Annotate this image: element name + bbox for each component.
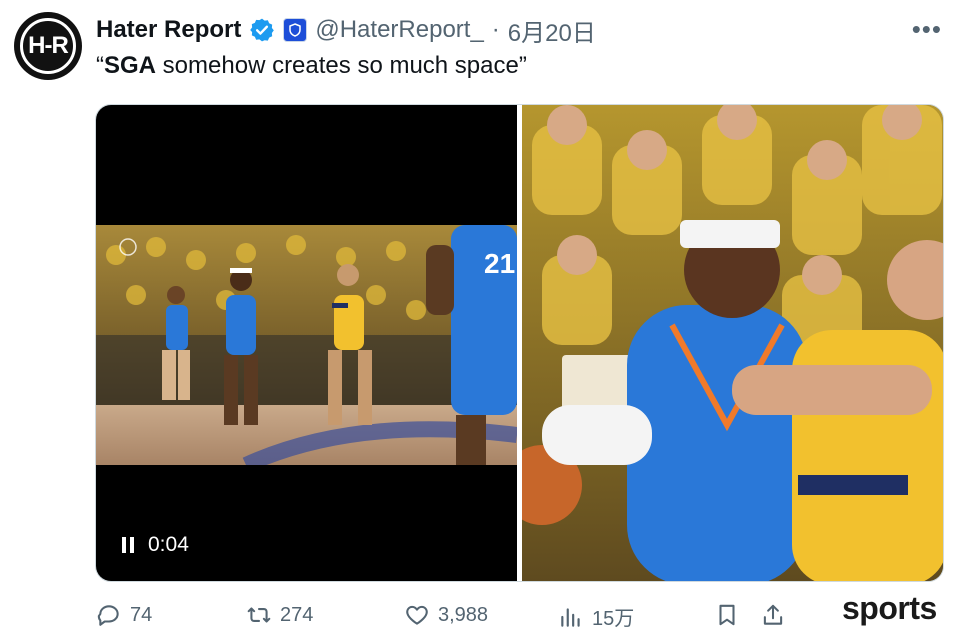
reply-button[interactable]: 74 (96, 602, 152, 628)
affiliation-badge-icon[interactable] (283, 18, 308, 42)
view-count: 15万 (592, 608, 635, 630)
bookmark-icon (719, 604, 735, 626)
verified-badge-icon[interactable] (249, 17, 275, 43)
reply-icon (97, 605, 119, 626)
tweet-text: “SGA somehow creates so much space” (96, 52, 527, 80)
pause-icon[interactable] (122, 537, 134, 553)
open-quote: “ (96, 52, 104, 79)
photo[interactable] (522, 105, 943, 581)
header-separator: · (491, 16, 500, 43)
heart-icon (406, 605, 428, 625)
more-horizontal-icon[interactable]: ••• (912, 14, 942, 45)
shield-icon (289, 23, 302, 37)
jersey-number: 21 (484, 248, 515, 279)
close-quote: ” (518, 52, 527, 79)
watermark: sports (842, 590, 937, 626)
display-name[interactable]: Hater Report (96, 16, 241, 44)
avatar-logo-text: H-R (28, 32, 69, 59)
avatar[interactable]: H-R (14, 12, 82, 80)
share-icon (763, 604, 783, 625)
analytics-icon (561, 607, 580, 627)
repost-icon (247, 607, 271, 623)
share-button[interactable] (760, 602, 786, 628)
video-timestamp: 0:04 (148, 533, 189, 556)
tweet-text-rest: somehow creates so much space (156, 52, 519, 79)
like-count: 3,988 (438, 603, 489, 626)
tweet-text-bold: SGA (104, 52, 157, 79)
like-button[interactable]: 3,988 (404, 602, 488, 628)
repost-button[interactable]: 274 (246, 602, 313, 628)
reply-count: 74 (130, 603, 153, 626)
game-photo-scene (522, 105, 943, 581)
author-handle[interactable]: @HaterReport_ (315, 16, 483, 44)
basketball-court-scene: 21 (96, 225, 517, 465)
video-controls: 0:04 (122, 533, 189, 557)
views-button[interactable]: 15万 (558, 602, 634, 631)
tweet-date[interactable]: 6月20日 (508, 13, 596, 48)
media-grid: 21 0:04 (95, 104, 944, 582)
tweet-header: Hater Report @HaterReport_ · 6月20日 (96, 13, 596, 48)
avatar-logo: H-R (20, 18, 76, 74)
tweet-actions: 74 274 3,988 15万 (0, 602, 960, 638)
bookmark-button[interactable] (714, 602, 740, 628)
repost-count: 274 (280, 603, 314, 626)
video-player[interactable]: 21 0:04 (96, 105, 517, 581)
video-frame: 21 (96, 225, 517, 465)
